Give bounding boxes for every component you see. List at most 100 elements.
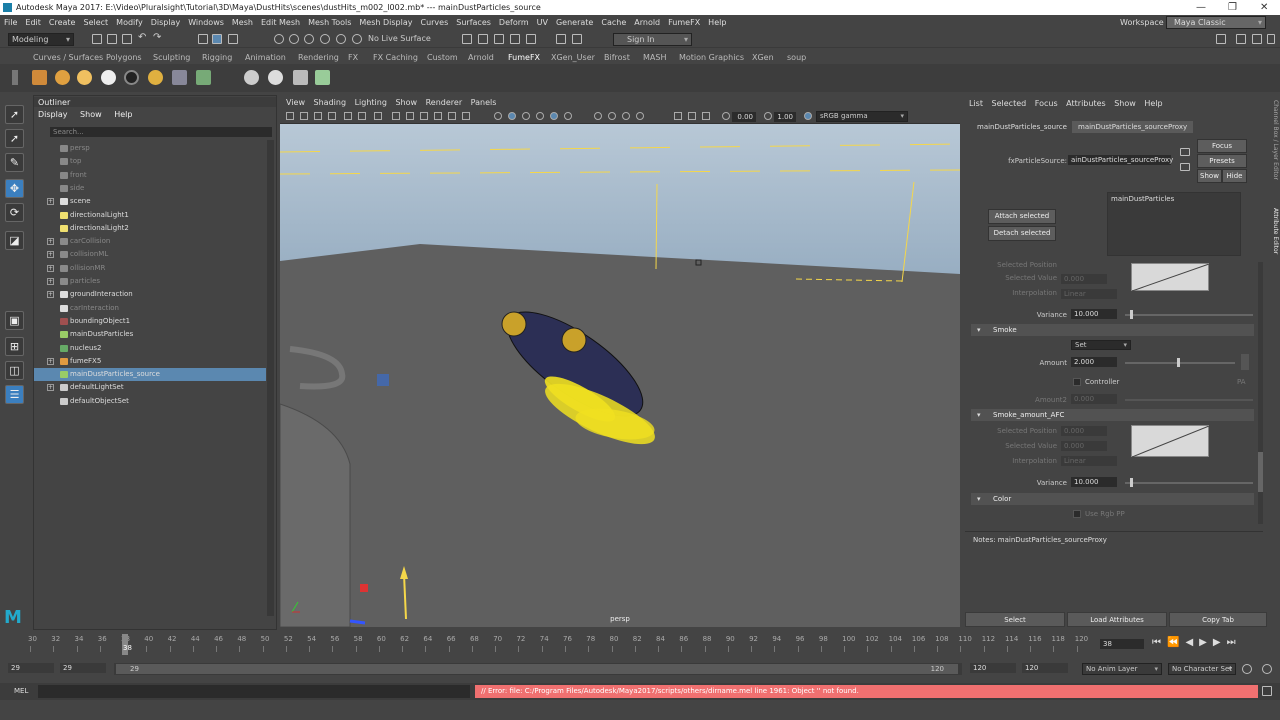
outliner-scrollbar[interactable]	[267, 140, 274, 616]
output-connection-icon[interactable]	[1180, 148, 1190, 156]
shelf-tab-fx-caching[interactable]: FX Caching	[373, 51, 418, 64]
shadows-icon[interactable]	[564, 112, 572, 120]
film-gate-icon[interactable]	[392, 112, 400, 120]
vp-menu-view[interactable]: View	[286, 98, 305, 107]
move-tool-icon[interactable]: ✥	[5, 179, 24, 198]
preferences-icon[interactable]	[1262, 664, 1272, 674]
outliner-item[interactable]: carInteraction	[34, 302, 266, 315]
hypershade-icon[interactable]	[526, 34, 536, 44]
vp-menu-lighting[interactable]: Lighting	[355, 98, 387, 107]
outliner-item[interactable]: top	[34, 155, 266, 168]
menu-fumefx[interactable]: FumeFX	[664, 15, 704, 30]
shelf-tab-mash[interactable]: MASH	[643, 51, 666, 64]
image-plane-icon[interactable]	[328, 112, 336, 120]
menu-cache[interactable]: Cache	[597, 15, 630, 30]
step-forward-icon[interactable]: ▶	[1213, 637, 1227, 648]
attr-scrollbar-thumb[interactable]	[1258, 452, 1263, 492]
anti-aliasing-icon[interactable]	[622, 112, 630, 120]
safe-title-icon[interactable]	[462, 112, 470, 120]
attr-menu-attributes[interactable]: Attributes	[1066, 99, 1106, 108]
fumefx-preview-icon[interactable]	[315, 70, 330, 85]
render-frame-icon[interactable]	[478, 34, 488, 44]
attr-menu-selected[interactable]: Selected	[992, 99, 1027, 108]
copy-tab-button[interactable]: Copy Tab	[1169, 612, 1267, 627]
select-component-icon[interactable]	[228, 34, 238, 44]
attr-scrollbar[interactable]	[1258, 262, 1263, 524]
shelf-tab-sculpting[interactable]: Sculpting	[153, 51, 190, 64]
anim-layer-dropdown[interactable]: No Anim Layer	[1082, 663, 1162, 675]
outliner-item[interactable]: + collisionML	[34, 248, 266, 261]
channel-box-toggle-icon[interactable]	[1252, 34, 1262, 44]
side-tab-attribute-editor[interactable]: Attribute Editor	[1269, 208, 1279, 268]
time-slider[interactable]: 30 32 34 36 38 40 42 44 46 48 50 52 54 56 58 60 62 64 66 68…	[0, 632, 1280, 657]
render-settings-icon[interactable]	[462, 34, 472, 44]
focus-button[interactable]: Focus	[1197, 139, 1247, 153]
field-chart-icon[interactable]	[434, 112, 442, 120]
menu-mesh-tools[interactable]: Mesh Tools	[304, 15, 355, 30]
expand-toggle-icon[interactable]: +	[47, 384, 54, 392]
exposure-icon[interactable]	[722, 112, 730, 120]
smoke-mode-dropdown[interactable]: Set	[1071, 340, 1131, 350]
current-frame-field[interactable]: 38	[1100, 639, 1144, 649]
ipr-render-icon[interactable]	[494, 34, 504, 44]
step-back-key-icon[interactable]: ⏪	[1167, 637, 1185, 648]
snap-view-icon[interactable]	[320, 34, 330, 44]
ramp1-variance-slider[interactable]	[1125, 310, 1253, 319]
new-scene-icon[interactable]	[92, 34, 102, 44]
tool-settings-toggle-icon[interactable]	[1267, 34, 1275, 44]
menu-mesh[interactable]: Mesh	[228, 15, 257, 30]
ramp2-variance-slider[interactable]	[1125, 478, 1253, 487]
outliner-item[interactable]: directionalLight2	[34, 222, 266, 235]
ramp1-selected-value-field[interactable]: 0.000	[1061, 274, 1107, 284]
outliner-item[interactable]: nucleus2	[34, 342, 266, 355]
vp-menu-panels[interactable]: Panels	[471, 98, 497, 107]
play-icon[interactable]: ▶	[1199, 637, 1213, 648]
tab-source-proxy[interactable]: mainDustParticles_sourceProxy	[1072, 121, 1194, 133]
tab-source[interactable]: mainDustParticles_source	[971, 121, 1073, 133]
outliner-layout-icon[interactable]: ☰	[5, 385, 24, 404]
ramp1-variance-field[interactable]: 10.000	[1071, 309, 1117, 319]
emitter-locator-icon[interactable]	[377, 374, 389, 386]
amount-field[interactable]: 2.000	[1071, 357, 1117, 367]
maximize-button[interactable]: ❐	[1228, 0, 1237, 15]
hide-button[interactable]: Hide	[1222, 169, 1247, 183]
open-scene-icon[interactable]	[107, 34, 117, 44]
outliner-item[interactable]: + carCollision	[34, 235, 266, 248]
snap-surface-icon[interactable]	[336, 34, 346, 44]
amount-slider[interactable]	[1125, 358, 1235, 367]
outliner-item[interactable]: boundingObject1	[34, 315, 266, 328]
close-button[interactable]: ✕	[1260, 0, 1268, 15]
pause-icon[interactable]	[572, 34, 582, 44]
go-to-end-icon[interactable]: ⏭	[1227, 637, 1242, 648]
menu-edit[interactable]: Edit	[21, 15, 45, 30]
expand-toggle-icon[interactable]: +	[47, 278, 54, 285]
fumefx-gravity-icon[interactable]	[244, 70, 259, 85]
ambient-occlusion-icon[interactable]	[594, 112, 602, 120]
mode-dropdown[interactable]: Modeling	[8, 33, 74, 46]
smoke-section-header[interactable]: Smoke	[971, 324, 1254, 336]
shelf-tab-polygons[interactable]: Polygons	[106, 51, 142, 64]
attr-menu-focus[interactable]: Focus	[1035, 99, 1058, 108]
wireframe-icon[interactable]	[494, 112, 502, 120]
camera-attributes-icon[interactable]	[300, 112, 308, 120]
outliner-item[interactable]: + defaultLightSet	[34, 381, 266, 394]
start-time-field[interactable]: 29	[8, 663, 54, 673]
menu-arnold[interactable]: Arnold	[630, 15, 664, 30]
amount-slider-handle[interactable]	[1177, 358, 1180, 367]
fumefx-grid-icon[interactable]	[32, 70, 47, 85]
menu-file[interactable]: File	[0, 15, 21, 30]
menu-deform[interactable]: Deform	[495, 15, 533, 30]
notes-area[interactable]: Notes: mainDustParticles_sourceProxy	[965, 531, 1263, 605]
color-management-icon[interactable]	[804, 112, 812, 120]
outliner-item[interactable]: directionalLight1	[34, 209, 266, 222]
shelf-tab-fumefx[interactable]: FumeFX	[508, 51, 540, 64]
attr-menu-help[interactable]: Help	[1144, 99, 1162, 108]
move-manipulator-center[interactable]	[360, 584, 368, 592]
xray-joints-icon[interactable]	[702, 112, 710, 120]
menu-windows[interactable]: Windows	[184, 15, 228, 30]
menu-surfaces[interactable]: Surfaces	[452, 15, 495, 30]
four-view-layout-icon[interactable]: ⊞	[5, 337, 24, 356]
expand-toggle-icon[interactable]: +	[47, 357, 54, 365]
playback-end-field[interactable]: 120	[970, 663, 1016, 673]
step-back-icon[interactable]: ◀	[1185, 637, 1199, 648]
